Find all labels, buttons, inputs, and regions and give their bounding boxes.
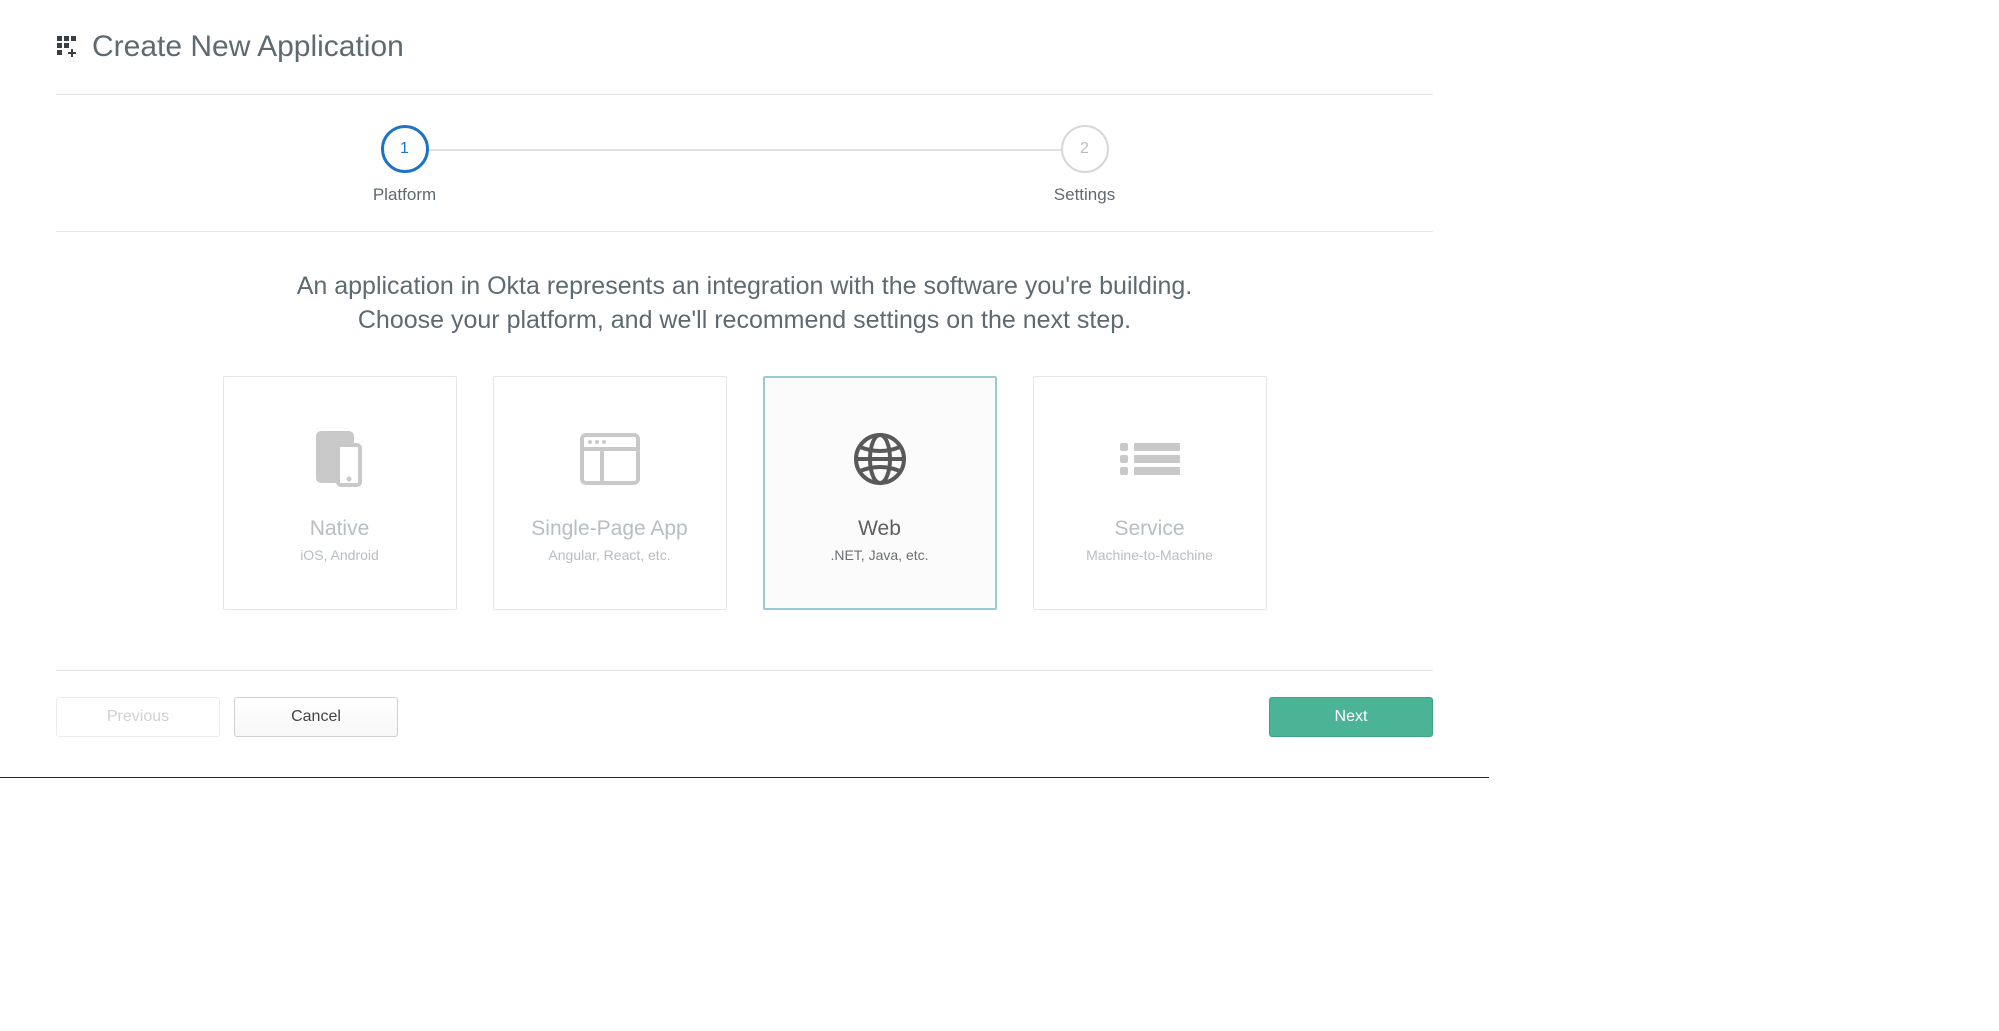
next-button[interactable]: Next [1269, 697, 1433, 737]
devices-icon [308, 423, 372, 495]
server-icon [1120, 423, 1180, 495]
intro-line-2: Choose your platform, and we'll recommen… [195, 304, 1295, 338]
platform-card-native[interactable]: Native iOS, Android [223, 376, 457, 610]
previous-button: Previous [56, 697, 220, 737]
step-circle: 1 [381, 125, 429, 173]
card-title: Single-Page App [531, 517, 687, 541]
card-sub: Angular, React, etc. [548, 547, 670, 563]
wizard-stepper: 1 Platform 2 Settings [56, 95, 1433, 232]
platform-card-spa[interactable]: Single-Page App Angular, React, etc. [493, 376, 727, 610]
card-title: Service [1114, 517, 1184, 541]
page-title: Create New Application [92, 30, 404, 64]
card-sub: Machine-to-Machine [1086, 547, 1213, 563]
step-connector [465, 125, 1025, 149]
step-label: Platform [373, 185, 436, 205]
wizard-footer: Previous Cancel Next [56, 670, 1433, 737]
step-circle: 2 [1061, 125, 1109, 173]
intro-text: An application in Okta represents an int… [195, 270, 1295, 338]
card-title: Native [310, 517, 370, 541]
apps-grid-plus-icon [56, 35, 80, 59]
platform-card-web[interactable]: Web .NET, Java, etc. [763, 376, 997, 610]
platform-cards: Native iOS, Android Single-Page App Angu… [56, 376, 1433, 610]
page-header: Create New Application [56, 30, 1433, 95]
step-platform: 1 Platform [345, 125, 465, 205]
card-sub: .NET, Java, etc. [830, 547, 928, 563]
step-settings: 2 Settings [1025, 125, 1145, 205]
card-title: Web [858, 517, 901, 541]
card-sub: iOS, Android [300, 547, 379, 563]
step-label: Settings [1054, 185, 1115, 205]
cancel-button[interactable]: Cancel [234, 697, 398, 737]
browser-layout-icon [580, 423, 640, 495]
platform-card-service[interactable]: Service Machine-to-Machine [1033, 376, 1267, 610]
intro-line-1: An application in Okta represents an int… [195, 270, 1295, 304]
globe-icon [852, 423, 908, 495]
